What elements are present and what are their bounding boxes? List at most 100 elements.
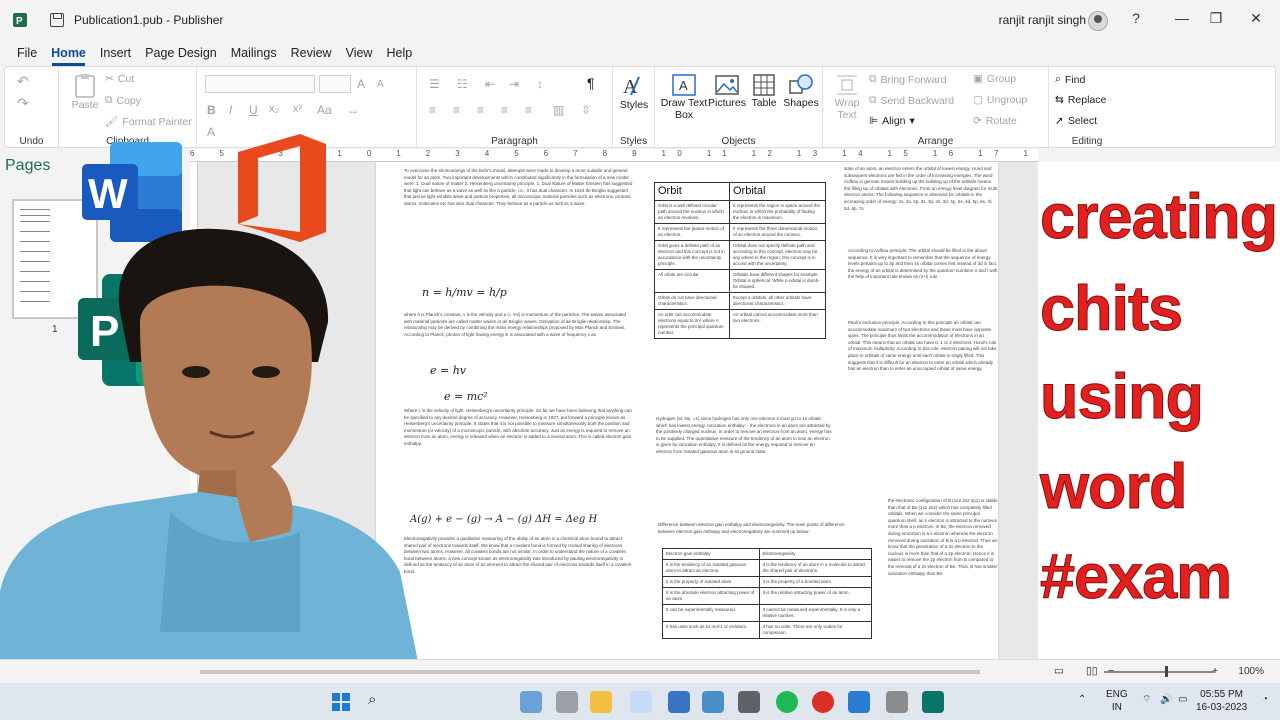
single-page-view-icon[interactable]: ▭ xyxy=(1054,665,1064,677)
avatar[interactable] xyxy=(1088,11,1108,31)
save-icon[interactable] xyxy=(50,13,64,27)
font-size-dropdown[interactable] xyxy=(319,75,351,93)
close-button[interactable]: ✕ xyxy=(1246,10,1266,30)
battery-icon[interactable]: ▭ xyxy=(1178,693,1187,706)
styles-button[interactable]: A Styles xyxy=(615,73,653,111)
terminal-icon[interactable] xyxy=(738,691,760,713)
tray-chevron-icon[interactable]: ⌃ xyxy=(1078,693,1086,706)
zoom-level[interactable]: 100% xyxy=(1238,666,1264,677)
editing-group: ⌕ Find ⇆ Replace ➚ Select Editing xyxy=(1049,67,1125,149)
group-button[interactable]: ▣ Group xyxy=(973,73,1016,85)
undo-icon[interactable]: ↶ xyxy=(17,73,29,90)
language-indicator[interactable]: ENG IN xyxy=(1106,688,1128,714)
settings-gear-icon[interactable] xyxy=(702,691,724,713)
line-spacing-icon[interactable]: ↕ xyxy=(537,77,543,91)
bullets-icon[interactable]: ☰ xyxy=(429,77,440,91)
text-block-col3-c[interactable]: the electronic configuration of B (1s2 2… xyxy=(888,498,998,648)
format-painter-button[interactable]: 🖌 Format Painter xyxy=(105,115,192,129)
minimize-button[interactable]: — xyxy=(1172,10,1192,30)
tab-mailings[interactable]: Mailings xyxy=(224,46,284,66)
wrap-text-button[interactable]: Wrap Text xyxy=(827,73,867,121)
text-block-col2-bottom[interactable]: Difference between electron gain enthalp… xyxy=(658,522,850,544)
cut-button[interactable]: ✂ Cut xyxy=(105,73,134,85)
paragraph-spacing-icon[interactable]: ⇳ xyxy=(581,103,591,117)
taskview-icon[interactable] xyxy=(520,691,542,713)
select-button[interactable]: ➚ Select xyxy=(1055,115,1097,127)
widgets-icon[interactable] xyxy=(556,691,578,713)
rotate-button[interactable]: ⟳ Rotate xyxy=(973,115,1017,127)
bold-icon[interactable]: B xyxy=(207,103,216,117)
align-left-icon[interactable]: ≡ xyxy=(429,103,436,117)
columns-icon[interactable]: ▥ xyxy=(553,103,564,117)
notifications-icon[interactable]: ◔ xyxy=(1262,693,1268,706)
show-formatting-icon[interactable]: ¶ xyxy=(587,75,595,91)
chrome-icon[interactable] xyxy=(812,691,834,713)
shapes-button[interactable]: Shapes xyxy=(781,73,821,109)
wifi-icon[interactable]: ⌔ xyxy=(1142,693,1151,706)
tab-insert[interactable]: Insert xyxy=(93,46,138,66)
font-color-icon[interactable]: A xyxy=(207,125,215,139)
volume-icon[interactable]: 🔊 xyxy=(1160,693,1172,706)
store-icon[interactable] xyxy=(668,691,690,713)
replace-button[interactable]: ⇆ Replace xyxy=(1055,94,1106,106)
word-taskbar-icon[interactable] xyxy=(848,691,870,713)
zoom-slider[interactable] xyxy=(1104,671,1214,673)
document-page[interactable]: To overcome the shortcomings of the Bohr… xyxy=(376,162,998,659)
redo-icon[interactable]: ↷ xyxy=(17,95,29,112)
clock[interactable]: 05:55 PM 16-03-2023 xyxy=(1196,688,1247,714)
restore-button[interactable]: ❐ xyxy=(1206,10,1226,30)
pictures-button[interactable]: Pictures xyxy=(707,73,747,109)
align-button[interactable]: ⊫ Align ▾ xyxy=(869,115,915,127)
text-block-col2-mid[interactable]: Hydrogen (at. No. =1) since hydrogen has… xyxy=(656,416,832,500)
tab-home[interactable]: Home xyxy=(44,46,93,66)
bring-forward-button[interactable]: ⧉ Bring Forward xyxy=(869,73,946,86)
align-right-icon[interactable]: ≡ xyxy=(477,103,484,117)
capture-icon[interactable] xyxy=(886,691,908,713)
ungroup-button[interactable]: ▢ Ungroup xyxy=(973,94,1027,106)
change-case-icon[interactable]: Aa xyxy=(317,103,332,117)
font-name-dropdown[interactable] xyxy=(205,75,315,93)
file-explorer-icon[interactable] xyxy=(590,691,612,713)
paste-button[interactable]: Paste xyxy=(67,73,103,111)
tab-review[interactable]: Review xyxy=(284,46,339,66)
copy-button[interactable]: ⧉ Copy xyxy=(105,94,141,107)
tab-help[interactable]: Help xyxy=(379,46,419,66)
spotify-icon[interactable] xyxy=(776,691,798,713)
orbit-orbital-table[interactable]: Orbit Orbital Orbit is a well defined ci… xyxy=(654,182,826,339)
underline-icon[interactable]: U xyxy=(249,103,258,117)
publisher-taskbar-icon[interactable] xyxy=(922,691,944,713)
superscript-icon[interactable]: x² xyxy=(293,103,302,115)
tab-view[interactable]: View xyxy=(339,46,380,66)
text-block-col3-a[interactable]: According to Aufbau principle: The orbit… xyxy=(848,248,998,298)
distribute-icon[interactable]: ≡ xyxy=(525,103,532,117)
table-button[interactable]: Table xyxy=(747,73,781,109)
align-center-icon[interactable]: ≡ xyxy=(453,103,460,117)
user-name[interactable]: ranjit ranjit singh xyxy=(999,13,1086,27)
horizontal-scrollbar[interactable] xyxy=(200,670,980,674)
numbering-icon[interactable]: ☷ xyxy=(457,77,468,91)
justify-icon[interactable]: ≡ xyxy=(501,103,508,117)
two-page-view-icon[interactable]: ▯▯ xyxy=(1086,665,1098,677)
help-button[interactable]: ? xyxy=(1126,10,1146,30)
text-block-col3-b[interactable]: Pauli's exclusion principle. According t… xyxy=(848,320,998,466)
find-button[interactable]: ⌕ Find xyxy=(1055,73,1085,86)
shrink-font-icon[interactable]: A xyxy=(377,79,384,90)
zoom-in-icon[interactable]: + xyxy=(1212,665,1218,677)
tab-page-design[interactable]: Page Design xyxy=(138,46,224,66)
electron-gain-table[interactable]: Electron gain enthalpy Electronegativity … xyxy=(662,548,872,639)
character-spacing-icon[interactable]: ↔ xyxy=(347,103,359,117)
decrease-indent-icon[interactable]: ⇤ xyxy=(485,77,495,91)
tab-file[interactable]: File xyxy=(10,46,44,66)
search-icon[interactable]: ⌕ xyxy=(368,691,390,713)
strikethrough-icon[interactable]: x₂ xyxy=(269,103,279,115)
increase-indent-icon[interactable]: ⇥ xyxy=(509,77,519,91)
windows-start-icon[interactable] xyxy=(330,691,352,713)
draw-text-box-button[interactable]: A Draw Text Box xyxy=(659,73,709,121)
send-backward-button[interactable]: ⧉ Send Backward xyxy=(869,94,954,107)
edge-browser-icon[interactable] xyxy=(630,691,652,713)
equation-einstein[interactable]: e = mc² xyxy=(444,390,488,403)
grow-font-icon[interactable]: A xyxy=(357,77,365,91)
italic-icon[interactable]: I xyxy=(229,103,232,117)
text-block-col3-top[interactable]: state of an atom, an electron enters the… xyxy=(844,166,998,230)
zoom-slider-knob[interactable] xyxy=(1165,666,1168,677)
